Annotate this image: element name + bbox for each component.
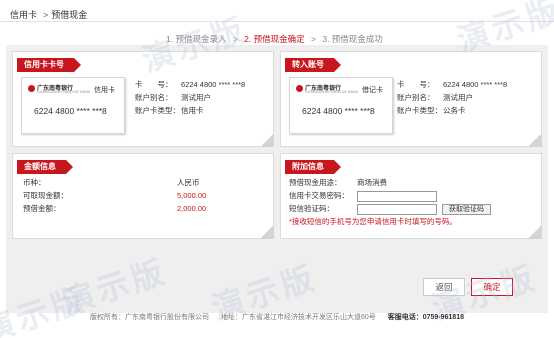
- currency-value: 人民币: [177, 178, 200, 187]
- step-arrow-2: >: [311, 34, 316, 44]
- card-kind-value: 公务卡: [443, 106, 466, 115]
- purpose-value: 商场消费: [357, 178, 387, 187]
- page-fold-decoration: [528, 133, 542, 147]
- breadcrumb-root[interactable]: 信用卡: [10, 10, 37, 20]
- alias-label: 账户别名：: [135, 93, 173, 102]
- extra-info-panel: 附加信息 预借现金用途： 商场消费 信用卡交易密码： 短信验证码： 获取验证码 *接…: [280, 153, 542, 239]
- amount-panel: 金额信息 币种： 人民币 可取现金额： 5,000.00 预借金额： 2,000.00: [12, 153, 274, 239]
- bank-name-en: GUANGDONG NANYUE BANK: [305, 90, 359, 94]
- currency-label: 币种：: [23, 178, 46, 187]
- bank-logo-icon: [28, 85, 35, 92]
- card-number: 6224 4800 **** ***8: [34, 106, 107, 116]
- breadcrumb: 信用卡 > 预借现金: [10, 8, 87, 21]
- bank-logo-icon: [296, 85, 303, 92]
- sms-code-input[interactable]: [357, 203, 437, 215]
- step-1: 1. 预借现金录入: [166, 34, 227, 44]
- card-no-value: 6224 4800 **** ***8: [443, 80, 508, 89]
- card-type: 借记卡: [362, 87, 383, 94]
- panel-title-debit: 转入账号: [285, 58, 341, 72]
- step-indicator: 1. 预借现金录入 > 2. 预借现金确定 > 3. 预借现金成功: [166, 33, 383, 45]
- card-kind-label: 账户卡类型：: [397, 106, 442, 115]
- debit-card-details: 卡 号： 6224 4800 **** ***8 账户别名： 测试用户 账户卡类型：…: [397, 78, 507, 117]
- footer: 版权所有：广东南粤银行股份有限公司 地址：广东省湛江市经济技术开发区乐山大道60…: [0, 312, 554, 322]
- amount-details: 币种： 人民币 可取现金额： 5,000.00 预借金额： 2,000.00: [23, 176, 206, 215]
- card-no-value: 6224 4800 **** ***8: [181, 80, 246, 89]
- panel-title-extra: 附加信息: [285, 160, 341, 174]
- page-fold-decoration: [528, 225, 542, 239]
- purpose-label: 预借现金用途：: [289, 178, 342, 187]
- extra-details: 预借现金用途： 商场消费 信用卡交易密码： 短信验证码： 获取验证码 *接收短信的手…: [289, 176, 491, 228]
- alias-value: 测试用户: [181, 93, 211, 102]
- panel-title-credit: 信用卡卡号: [17, 58, 81, 72]
- panel-title-amount: 金额信息: [17, 160, 73, 174]
- available-value: 5,000.00: [177, 191, 207, 200]
- content-area: 信用卡卡号 广东南粤银行 GUANGDONG NANYUE BANK 信用卡 6…: [6, 45, 548, 313]
- card-no-label: 卡 号：: [397, 80, 435, 89]
- sms-notice: *接收短信的手机号为您申请信用卡时填写的号码。: [289, 217, 457, 226]
- available-label: 可取现金额：: [23, 191, 68, 200]
- page-fold-decoration: [260, 133, 274, 147]
- footer-address: 地址：广东省湛江市经济技术开发区乐山大道60号: [220, 314, 376, 321]
- card-kind-label: 账户卡类型：: [135, 106, 180, 115]
- step-2-active: 2. 预借现金确定: [244, 34, 305, 44]
- credit-card-details: 卡 号： 6224 4800 **** ***8 账户别名： 测试用户 账户卡类型：…: [135, 78, 245, 117]
- card-kind-value: 信用卡: [181, 106, 204, 115]
- credit-card-panel: 信用卡卡号 广东南粤银行 GUANGDONG NANYUE BANK 信用卡 6…: [12, 51, 274, 147]
- bank-name-en: GUANGDONG NANYUE BANK: [37, 90, 91, 94]
- advance-value: 2,000.00: [177, 204, 207, 213]
- alias-label: 账户别名：: [397, 93, 435, 102]
- password-input[interactable]: [357, 190, 437, 202]
- card-number: 6224 4800 **** ***8: [302, 106, 375, 116]
- step-3: 3. 预借现金成功: [322, 34, 383, 44]
- page-fold-decoration: [260, 225, 274, 239]
- footer-copyright: 版权所有：广东南粤银行股份有限公司: [90, 314, 210, 321]
- debit-card-image: 广东南粤银行 GUANGDONG NANYUE BANK 借记卡 6224 48…: [289, 77, 393, 134]
- credit-card-image: 广东南粤银行 GUANGDONG NANYUE BANK 信用卡 6224 48…: [21, 77, 125, 134]
- breadcrumb-separator: >: [43, 10, 49, 20]
- card-no-label: 卡 号：: [135, 80, 173, 89]
- alias-value: 测试用户: [443, 93, 473, 102]
- breadcrumb-current: 预借现金: [51, 10, 88, 20]
- password-label: 信用卡交易密码：: [289, 191, 349, 200]
- step-arrow-1: >: [232, 34, 238, 44]
- back-button[interactable]: 返回: [423, 278, 465, 296]
- top-bar: 信用卡 > 预借现金: [0, 0, 554, 22]
- sms-code-label: 短信验证码：: [289, 204, 334, 213]
- footer-hotline: 客服电话：0759-961818: [387, 314, 464, 321]
- get-code-button[interactable]: 获取验证码: [442, 203, 491, 215]
- advance-label: 预借金额：: [23, 204, 61, 213]
- debit-card-panel: 转入账号 广东南粤银行 GUANGDONG NANYUE BANK 借记卡 62…: [280, 51, 542, 147]
- confirm-button[interactable]: 确定: [471, 278, 513, 296]
- card-type: 信用卡: [94, 87, 115, 94]
